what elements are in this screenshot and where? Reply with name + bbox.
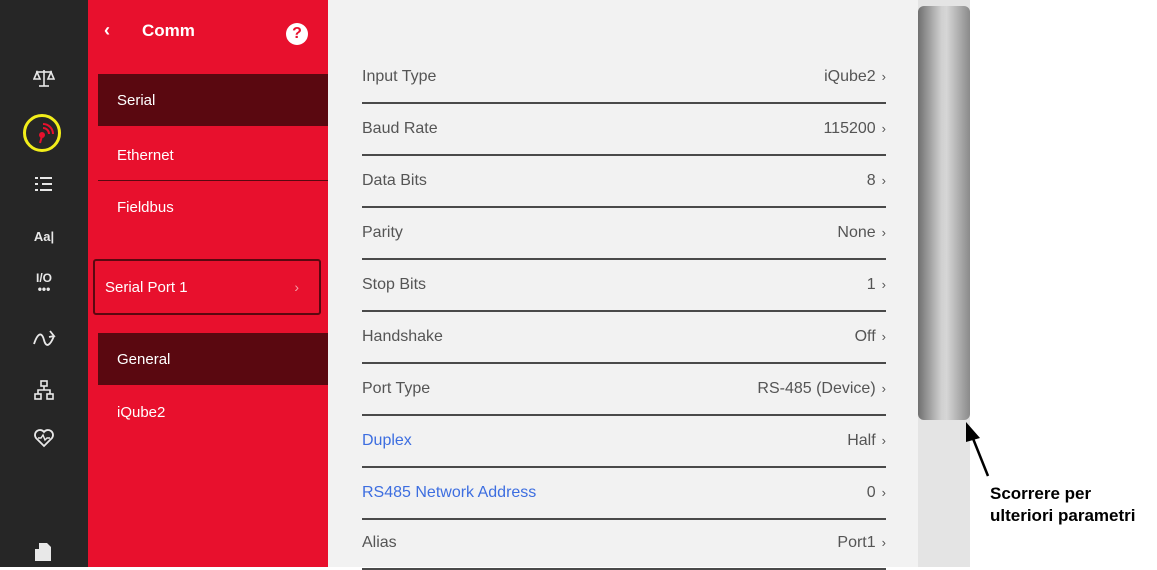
nav-item-serial[interactable]: Serial — [98, 74, 328, 126]
setting-row-stop-bits[interactable]: Stop Bits 1 › — [362, 260, 886, 312]
list-icon[interactable] — [0, 164, 88, 204]
setting-label: Parity — [362, 224, 403, 241]
document-icon[interactable] — [0, 530, 88, 570]
setting-label: Input Type — [362, 68, 437, 85]
chevron-right-icon: › — [881, 381, 886, 396]
nav-item-label: Serial Port 1 — [105, 278, 188, 296]
setting-label: Stop Bits — [362, 276, 427, 293]
chevron-right-icon: › — [881, 485, 886, 500]
setting-label: Duplex — [362, 432, 412, 449]
network-icon[interactable] — [0, 370, 88, 410]
nav-item-general[interactable]: General — [98, 333, 328, 385]
setting-row-input-type[interactable]: Input Type iQube2 › — [362, 52, 886, 104]
setting-value: Off › — [854, 328, 886, 345]
setting-row-rs485-network-address[interactable]: RS485 Network Address 0 › — [362, 468, 886, 520]
comm-signal-icon[interactable] — [0, 113, 88, 153]
chevron-right-icon: › — [881, 121, 886, 136]
nav-item-label: Serial — [117, 91, 156, 109]
chevron-right-icon: › — [881, 433, 886, 448]
chevron-right-icon: › — [881, 535, 886, 550]
nav-item-ethernet[interactable]: Ethernet — [98, 129, 328, 181]
settings-panel: Input Type iQube2 › Baud Rate 115200 › Dat… — [328, 0, 918, 570]
chevron-right-icon: › — [881, 69, 886, 84]
flow-icon[interactable] — [0, 318, 88, 358]
setting-value: Half › — [847, 432, 886, 449]
setting-label: Port Type — [362, 380, 431, 397]
chevron-right-icon: › — [881, 225, 886, 240]
setting-value: Port1 › — [837, 534, 886, 551]
setting-label: Handshake — [362, 328, 443, 345]
setting-label: Alias — [362, 534, 397, 551]
annotation-text: Scorrere per ulteriori parametri — [990, 483, 1136, 527]
nav-header: ‹ Comm ? — [88, 14, 328, 54]
nav-item-label: Fieldbus — [117, 198, 174, 216]
setting-row-parity[interactable]: Parity None › — [362, 208, 886, 260]
help-icon[interactable]: ? — [286, 23, 308, 45]
icon-rail: Aa| I/O ••• — [0, 0, 88, 567]
setting-value: 1 › — [866, 276, 886, 293]
nav-item-serial-port-1[interactable]: Serial Port 1 › — [93, 259, 321, 315]
setting-row-baud-rate[interactable]: Baud Rate 115200 › — [362, 104, 886, 156]
setting-row-duplex[interactable]: Duplex Half › — [362, 416, 886, 468]
comm-nav-panel: ‹ Comm ? Serial Ethernet Fieldbus Serial… — [88, 0, 328, 567]
setting-value: iQube2 › — [824, 68, 886, 85]
health-icon[interactable] — [0, 418, 88, 458]
setting-value: 115200 › — [823, 120, 886, 137]
annotation-line-1: Scorrere per — [990, 484, 1092, 503]
chevron-right-icon: › — [881, 329, 886, 344]
setting-label: Baud Rate — [362, 120, 438, 137]
chevron-right-icon: › — [294, 279, 299, 295]
setting-value: 8 › — [866, 172, 886, 189]
nav-title: Comm — [142, 21, 195, 40]
chevron-right-icon: › — [881, 173, 886, 188]
io-icon[interactable]: I/O ••• — [0, 264, 88, 304]
nav-item-iqube2[interactable]: iQube2 — [98, 386, 328, 438]
setting-row-data-bits[interactable]: Data Bits 8 › — [362, 156, 886, 208]
io-dots: ••• — [37, 282, 51, 296]
annotation-arrow-icon — [966, 422, 990, 477]
setting-value: None › — [837, 224, 886, 241]
setting-label: Data Bits — [362, 172, 427, 189]
setting-row-alias[interactable]: Alias Port1 › — [362, 518, 886, 570]
annotation-line-2: ulteriori parametri — [990, 506, 1136, 525]
nav-item-label: iQube2 — [117, 403, 166, 421]
nav-item-fieldbus[interactable]: Fieldbus — [98, 181, 328, 233]
nav-item-label: Ethernet — [117, 146, 174, 164]
setting-value: RS-485 (Device) › — [757, 380, 886, 397]
text-aa-icon[interactable]: Aa| — [0, 216, 88, 256]
nav-item-label: General — [117, 350, 171, 368]
setting-value: 0 › — [866, 484, 886, 501]
setting-label: RS485 Network Address — [362, 484, 537, 501]
chevron-right-icon: › — [881, 277, 886, 292]
setting-row-port-type[interactable]: Port Type RS-485 (Device) › — [362, 364, 886, 416]
scrollbar-thumb[interactable] — [918, 6, 970, 420]
setting-row-handshake[interactable]: Handshake Off › — [362, 312, 886, 364]
scale-icon[interactable] — [0, 58, 88, 98]
back-chevron-icon[interactable]: ‹ — [104, 20, 110, 41]
